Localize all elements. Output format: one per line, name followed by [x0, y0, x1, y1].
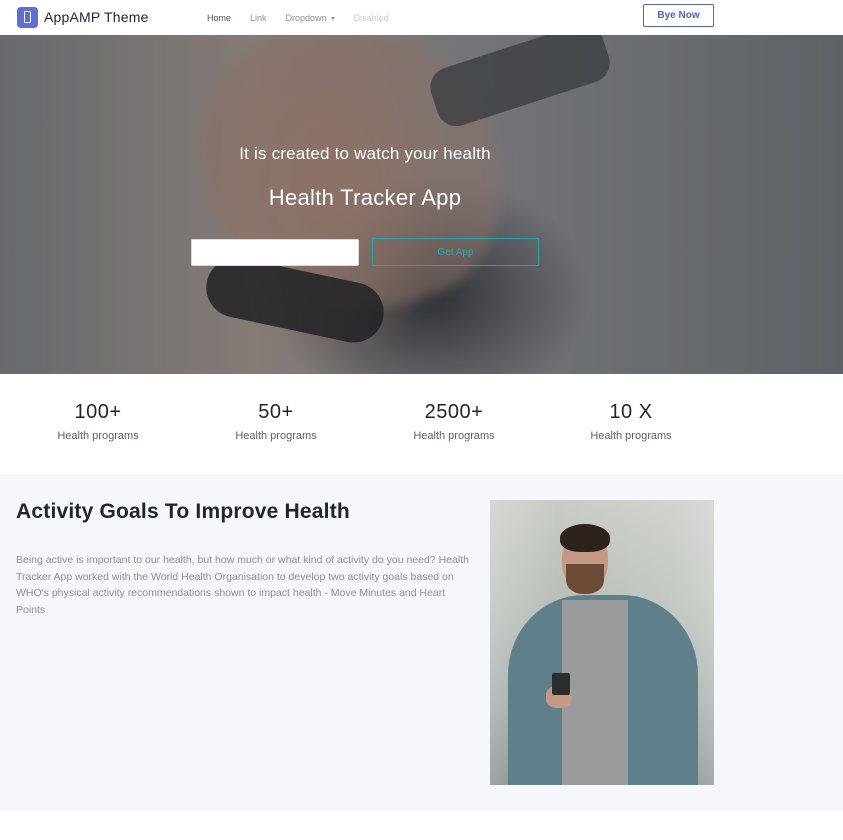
stat-label: Health programs [413, 430, 495, 442]
buy-now-button[interactable]: Bye Now [643, 4, 714, 27]
activity-title: Activity Goals To Improve Health [16, 500, 350, 523]
stat-label: Health programs [57, 430, 139, 442]
stat-item: 10 X Health programs [561, 401, 701, 442]
photo-beard [566, 564, 604, 594]
nav-link-disabled: Disabled [353, 12, 389, 23]
stat-value: 50+ [258, 401, 294, 423]
get-app-button[interactable]: Get App [372, 238, 539, 266]
stat-item: 2500+ Health programs [384, 401, 524, 442]
stat-item: 50+ Health programs [206, 401, 346, 442]
email-input[interactable] [191, 239, 359, 266]
nav-link-home[interactable]: Home [207, 13, 231, 23]
hero-subtitle: It is created to watch your health [239, 144, 491, 163]
photo-shirt [562, 600, 628, 785]
nav-links: Home Link Dropdown Disabled [207, 0, 408, 35]
brand-logo-icon [17, 6, 38, 28]
brand-link[interactable]: AppAMP Theme [17, 6, 149, 28]
photo-hair [560, 524, 610, 552]
nav-dropdown-label: Dropdown [285, 12, 327, 23]
activity-text: Being active is important to our health,… [16, 554, 469, 616]
caret-down-icon [330, 16, 335, 20]
stat-label: Health programs [590, 430, 672, 442]
stat-value: 100+ [74, 401, 122, 423]
brand-name: AppAMP Theme [44, 9, 149, 25]
nav-link-link[interactable]: Link [250, 13, 267, 23]
hero-title: Health Tracker App [268, 185, 462, 210]
activity-section: Activity Goals To Improve Health Being a… [0, 474, 843, 811]
stat-item: 100+ Health programs [28, 401, 168, 442]
man-with-phone-image [490, 500, 714, 785]
stat-value: 2500+ [424, 401, 484, 423]
phone-icon [24, 10, 31, 23]
nav-dropdown[interactable]: Dropdown [286, 13, 335, 23]
stat-label: Health programs [235, 430, 317, 442]
photo-phone [552, 673, 570, 695]
stats-section: 100+ Health programs 50+ Health programs… [0, 374, 843, 474]
hero-section: It is created to watch your health Healt… [0, 35, 843, 374]
stat-value: 10 X [609, 401, 653, 423]
navbar: AppAMP Theme Home Link Dropdown Disabled… [0, 0, 843, 35]
